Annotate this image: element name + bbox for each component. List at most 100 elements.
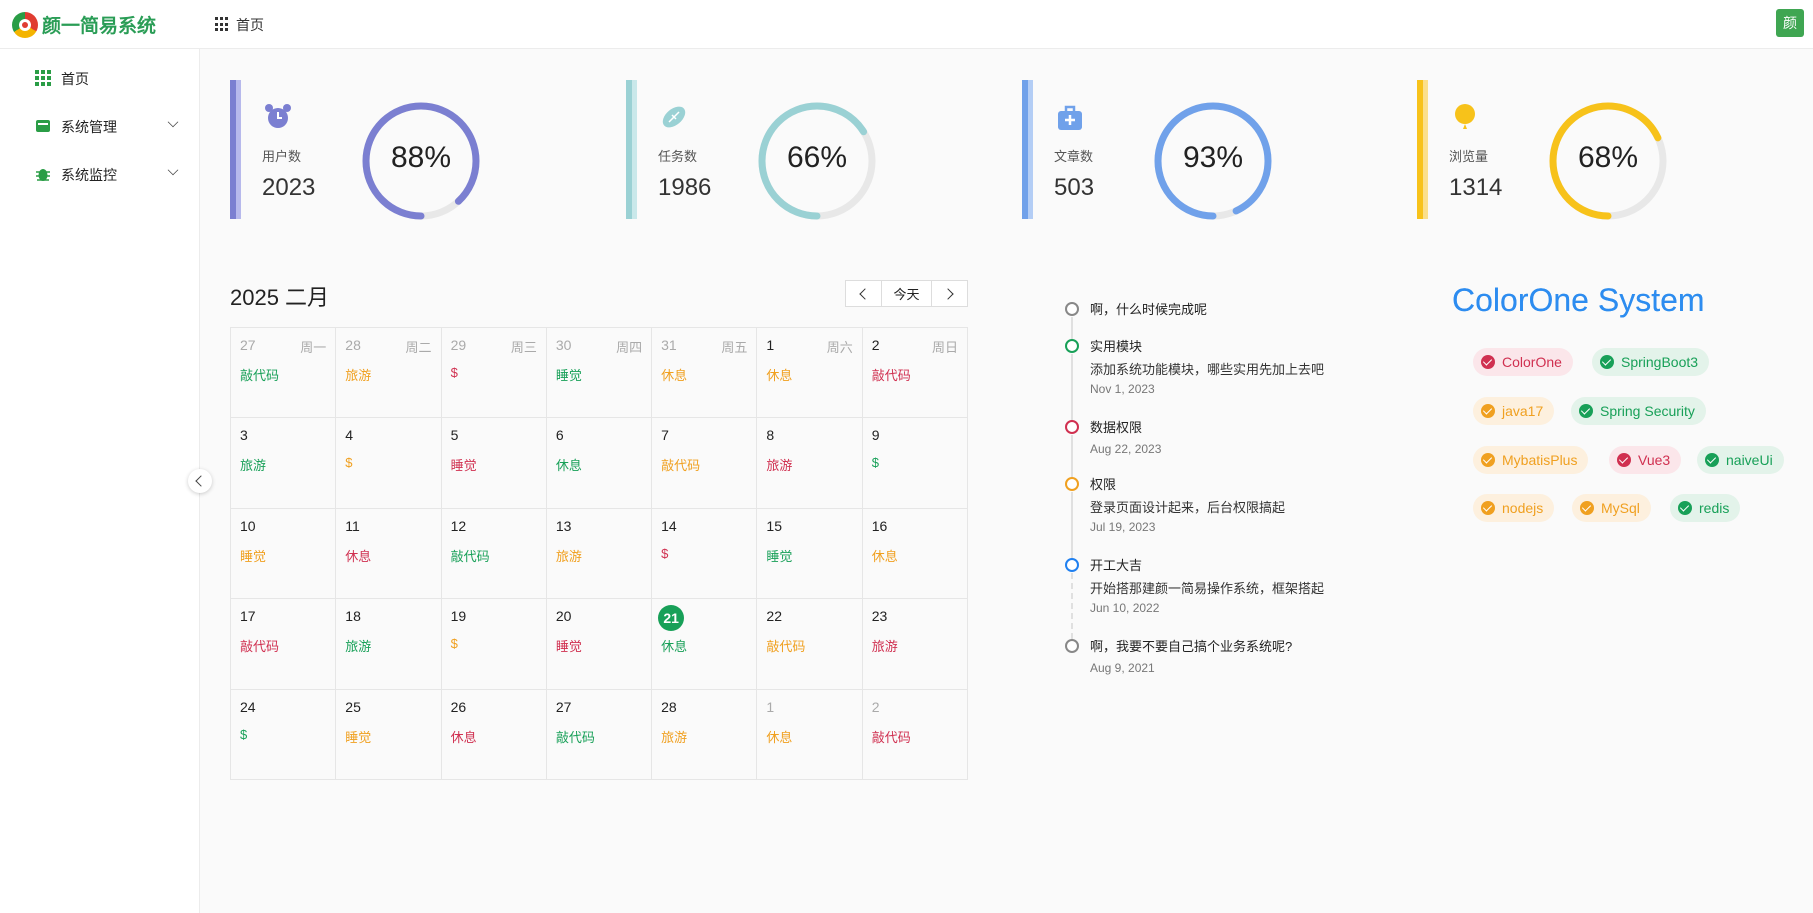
tech-tag[interactable]: java17 (1473, 397, 1555, 425)
calendar-day-cell[interactable]: 23 旅游 (862, 599, 968, 690)
day-number: 26 (450, 698, 467, 715)
calendar-day-cell[interactable]: 21 休息 (652, 599, 758, 690)
calendar-day-cell[interactable]: 25 睡觉 (336, 689, 442, 780)
day-number: 2 (871, 337, 880, 353)
stat-card-tasks: 任务数 1986 66% (626, 80, 926, 220)
calendar-day-cell[interactable]: 2 周日 敲代码 (862, 328, 968, 419)
calendar-day-cell[interactable]: 30 周四 睡觉 (546, 328, 653, 419)
calendar-day-cell[interactable]: 11 休息 (336, 508, 442, 600)
calendar-day-cell[interactable]: 7 敲代码 (652, 418, 758, 509)
calendar-event: 睡觉 (555, 368, 582, 383)
calendar-day-cell[interactable]: 18 旅游 (336, 599, 442, 690)
calendar-event: 旅游 (555, 548, 582, 564)
weekday-label: 周日 (931, 340, 958, 355)
day-number: 28 (345, 337, 361, 353)
user-avatar[interactable]: 颜 (1776, 9, 1804, 37)
timeline: 啊，什么时候完成呢 实用模块 添加系统功能模块，哪些实用先加上去吧 Nov 1, 20… (1060, 298, 1360, 698)
today-button[interactable]: 今天 (882, 280, 931, 307)
calendar-event: $ (240, 726, 248, 742)
calendar-event: $ (450, 636, 458, 652)
day-number: 28 (661, 698, 677, 715)
calendar-day-cell[interactable]: 4 $ (336, 418, 442, 509)
tech-tag[interactable]: SpringBoot3 (1592, 348, 1710, 376)
day-number: 23 (871, 608, 888, 625)
next-month-button[interactable] (931, 280, 968, 307)
calendar-event: 休息 (661, 639, 688, 655)
calendar-nav: 今天 (845, 280, 968, 307)
calendar-day-cell[interactable]: 20 睡觉 (546, 599, 653, 690)
calendar-day-cell[interactable]: 28 周二 旅游 (336, 328, 442, 419)
calendar-day-cell[interactable]: 3 旅游 (231, 418, 337, 509)
calendar-day-cell[interactable]: 19 $ (441, 599, 547, 690)
calendar-day-cell[interactable]: 26 休息 (441, 689, 547, 780)
calendar-day-cell[interactable]: 10 睡觉 (231, 508, 337, 600)
calendar-day-cell[interactable]: 14 $ (652, 508, 758, 600)
calendar-day-cell[interactable]: 1 周六 休息 (757, 328, 863, 419)
calendar-event: 旅游 (871, 639, 898, 655)
chevron-down-icon[interactable] (167, 116, 179, 128)
calendar-day-cell[interactable]: 28 旅游 (652, 689, 758, 780)
day-number: 7 (661, 427, 669, 444)
timeline-time: Aug 22, 2023 (1090, 442, 1162, 456)
tech-tag[interactable]: ColorOne (1473, 348, 1573, 376)
day-number: 16 (871, 517, 888, 534)
check-circle-icon (1600, 355, 1614, 369)
calendar-event: 敲代码 (240, 639, 280, 655)
timeline-time: Jul 19, 2023 (1090, 520, 1156, 534)
tech-tag[interactable]: MybatisPlus (1473, 446, 1589, 474)
calendar-day-cell[interactable]: 29 周三 $ (441, 328, 547, 419)
calendar-day-cell[interactable]: 24 $ (231, 689, 337, 780)
calendar-event: $ (871, 455, 879, 471)
check-circle-icon (1481, 404, 1495, 418)
briefcase-plus-icon (1058, 105, 1082, 130)
sidebar-item-label: 首页 (61, 71, 89, 87)
tech-tag[interactable]: nodejs (1473, 494, 1555, 522)
prev-month-button[interactable] (845, 280, 882, 307)
calendar-day-cell[interactable]: 5 睡觉 (441, 418, 547, 509)
timeline-connector (1071, 573, 1073, 639)
timeline-time: Aug 9, 2021 (1090, 661, 1155, 675)
day-number: 3 (240, 427, 248, 444)
timeline-connector (1071, 354, 1073, 420)
tech-tag[interactable]: redis (1670, 494, 1741, 522)
tech-tag[interactable]: MySql (1572, 494, 1651, 522)
calendar-day-cell[interactable]: 9 $ (862, 418, 968, 509)
sidebar-item-system-management[interactable]: 系统管理 (0, 104, 199, 146)
timeline-title: 权限 (1090, 477, 1117, 492)
calendar-day-cell[interactable]: 16 休息 (862, 508, 968, 600)
calendar-event: 休息 (766, 729, 793, 745)
breadcrumb-home[interactable]: 首页 (236, 15, 264, 35)
calendar-day-cell[interactable]: 17 敲代码 (231, 599, 337, 690)
sidebar-item-home[interactable]: 首页 (0, 56, 199, 98)
calendar-day-cell[interactable]: 13 旅游 (546, 508, 653, 600)
stat-label: 用户数 (262, 149, 302, 164)
calendar-day-cell[interactable]: 8 旅游 (757, 418, 863, 509)
tech-tag[interactable]: Vue3 (1609, 446, 1682, 474)
tag-label: MySql (1601, 500, 1640, 516)
calendar-day-cell[interactable]: 12 敲代码 (441, 508, 547, 600)
calendar-event: 睡觉 (766, 548, 793, 564)
calendar-event: 旅游 (661, 729, 688, 745)
day-number: 8 (766, 427, 775, 444)
tag-label: MybatisPlus (1502, 452, 1578, 468)
tech-tag[interactable]: naiveUi (1697, 446, 1784, 474)
calendar-day-cell[interactable]: 27 敲代码 (546, 689, 653, 780)
calendar-day-cell[interactable]: 1 休息 (757, 689, 863, 780)
calendar-day-cell[interactable]: 22 敲代码 (757, 599, 863, 690)
tag-label: Vue3 (1638, 452, 1671, 468)
tech-tag[interactable]: Spring Security (1571, 397, 1706, 425)
top-header: 颜一简易系统 首页 颜 (0, 0, 1813, 49)
calendar-event: 旅游 (766, 458, 793, 474)
timeline-dot (1065, 420, 1079, 434)
chevron-down-icon[interactable] (167, 164, 179, 176)
calendar-day-cell[interactable]: 6 休息 (546, 418, 653, 509)
calendar-day-cell[interactable]: 27 周一 敲代码 (231, 328, 337, 419)
calendar-day-cell[interactable]: 31 周五 休息 (652, 328, 758, 419)
sidebar-collapse-button[interactable] (188, 469, 212, 493)
sidebar-item-system-monitor[interactable]: 系统监控 (0, 152, 199, 194)
sidebar-item-label: 系统监控 (61, 167, 117, 183)
calendar-day-cell[interactable]: 2 敲代码 (862, 689, 968, 780)
tag-label: redis (1699, 500, 1730, 516)
brand-title: ColorOne System (1452, 282, 1705, 318)
calendar-day-cell[interactable]: 15 睡觉 (757, 508, 863, 600)
